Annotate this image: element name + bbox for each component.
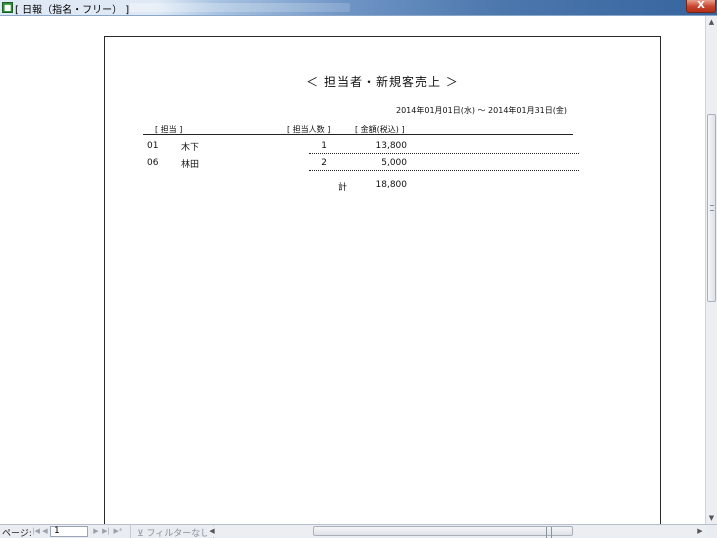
- close-button[interactable]: X: [686, 0, 716, 13]
- filter-status[interactable]: ⊻ フィルターなし: [130, 525, 215, 538]
- report-title: ＜ 担当者・新規客売上 ＞: [306, 75, 459, 89]
- app-icon[interactable]: ■: [2, 2, 13, 13]
- row-1-count: 1: [321, 141, 327, 151]
- horizontal-scrollbar[interactable]: ◀ ▶: [207, 526, 705, 538]
- vertical-scrollbar[interactable]: ▲ ▼: [705, 16, 717, 524]
- row-1-separator: [309, 153, 579, 154]
- filter-status-label: フィルターなし: [146, 529, 210, 538]
- vertical-scroll-thumb[interactable]: [707, 114, 716, 302]
- page-number-input[interactable]: 1: [50, 526, 88, 537]
- next-page-icon[interactable]: ▶: [91, 526, 101, 537]
- total-amount: 18,800: [375, 180, 408, 190]
- last-page-icon[interactable]: ▶|: [101, 526, 111, 537]
- row-2-separator: [309, 170, 579, 171]
- row-2-amount: 5,000: [381, 158, 407, 168]
- title-bar: ■ [ 日報（指名・フリー） ] X: [0, 0, 717, 16]
- new-record-icon[interactable]: ▶*: [113, 526, 123, 537]
- header-divider: [143, 134, 573, 135]
- report-preview-area: ＜ 担当者・新規客売上 ＞ 2014年01月01日(水) 〜 2014年01月3…: [0, 16, 705, 536]
- horizontal-grip-icon: [546, 527, 552, 538]
- date-range: 2014年01月01日(水) 〜 2014年01月31日(金): [396, 106, 568, 115]
- scroll-down-arrow-icon[interactable]: ▼: [706, 512, 717, 524]
- filter-off-icon: ⊻: [137, 529, 144, 538]
- page-label: ページ:: [2, 529, 32, 538]
- scroll-right-arrow-icon[interactable]: ▶: [695, 526, 705, 537]
- row-1-code: 01: [147, 141, 159, 151]
- scroll-up-arrow-icon[interactable]: ▲: [706, 16, 717, 28]
- scroll-left-arrow-icon[interactable]: ◀: [207, 526, 217, 537]
- vertical-grip-icon: [710, 205, 714, 211]
- window-title: [ 日報（指名・フリー） ]: [15, 5, 130, 16]
- size-grip-icon[interactable]: [705, 526, 717, 538]
- row-2-code: 06: [147, 158, 159, 168]
- title-blurred-path: [130, 3, 350, 12]
- report-page: ＜ 担当者・新規客売上 ＞ 2014年01月01日(水) 〜 2014年01月3…: [104, 36, 661, 536]
- record-navigation-bar: ページ: |◀ ◀ 1 ▶ ▶| ▶* ⊻ フィルターなし ◀ ▶: [0, 524, 717, 538]
- row-1-name: 木下: [181, 143, 200, 153]
- total-label: 計: [338, 183, 348, 193]
- row-2-count: 2: [321, 158, 327, 168]
- horizontal-scroll-thumb[interactable]: [313, 526, 573, 538]
- row-2-name: 林田: [181, 160, 200, 170]
- row-1-amount: 13,800: [375, 141, 408, 151]
- previous-page-icon[interactable]: ◀: [40, 526, 50, 537]
